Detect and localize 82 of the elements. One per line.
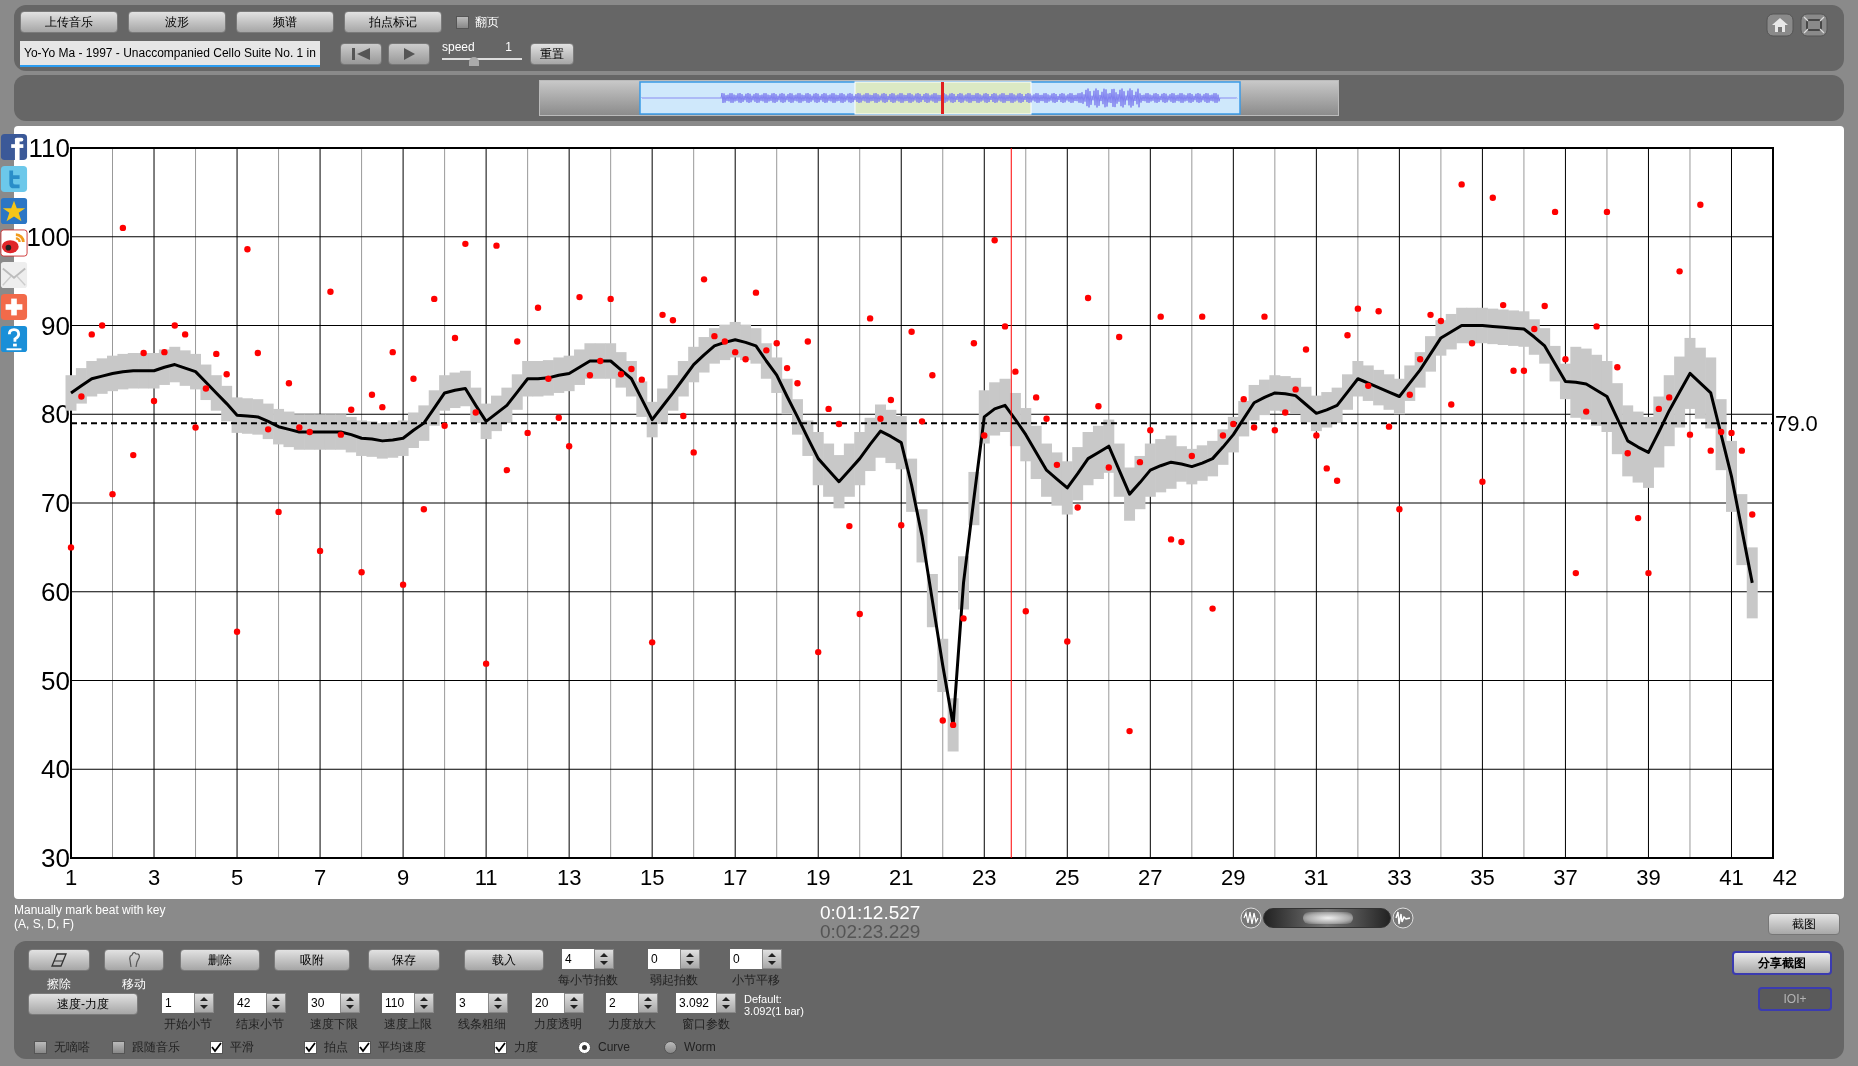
- x-tick-label: 17: [722, 865, 748, 890]
- x-tick-label: 11: [474, 865, 498, 890]
- x-tick-label: 13: [556, 865, 582, 890]
- checkbox-label: 翻页: [475, 14, 499, 31]
- tool-button[interactable]: 吸附: [274, 949, 350, 971]
- x-tick-label: 37: [1553, 865, 1578, 890]
- x-tick-label: 25: [1055, 865, 1080, 890]
- tool-label: 擦除: [47, 976, 71, 993]
- y-tick-label: 100: [26, 221, 70, 252]
- number-field[interactable]: 0: [648, 949, 680, 969]
- x-tick-label: 29: [1221, 865, 1246, 890]
- y-tick-label: 90: [41, 310, 70, 341]
- field-label: 弱起拍数: [650, 972, 698, 989]
- field-label: 力度放大: [608, 1016, 656, 1033]
- checkbox-label: 力度: [514, 1039, 538, 1056]
- toolbar-button[interactable]: 波形: [128, 11, 226, 33]
- checkbox-label: 平均速度: [378, 1039, 426, 1056]
- x-tick-label: 23: [972, 865, 997, 890]
- checkbox-label: 平滑: [230, 1039, 254, 1056]
- field-label: 线条粗细: [458, 1016, 506, 1033]
- field-label: 结束小节: [236, 1016, 284, 1033]
- number-field[interactable]: 3: [456, 993, 488, 1013]
- y-tick-label: 70: [41, 488, 70, 518]
- x-tick-label: 27: [1138, 865, 1163, 890]
- reset-button[interactable]: 重置: [530, 43, 574, 65]
- y-tick-label: 40: [41, 754, 70, 785]
- number-field[interactable]: 3.092: [676, 993, 716, 1013]
- x-tick-label: 21: [889, 865, 914, 890]
- tool-button[interactable]: 删除: [180, 949, 260, 971]
- number-field[interactable]: 2: [606, 993, 638, 1013]
- y-tick-label: 80: [41, 399, 70, 430]
- track-title-field[interactable]: Yo-Yo Ma - 1997 - Unaccompanied Cello Suite No. 1 in: [20, 41, 320, 67]
- x-tick-label: 9: [396, 865, 410, 890]
- number-field[interactable]: 4: [562, 949, 594, 969]
- radio-label: Curve: [598, 1039, 630, 1056]
- number-field[interactable]: 42: [234, 993, 266, 1013]
- hint-text: (A, S, D, F): [14, 917, 75, 931]
- x-tick-label: 42: [1772, 865, 1798, 890]
- radio-label: Worm: [684, 1039, 716, 1056]
- hint-text: Manually mark beat with key: [14, 903, 167, 917]
- toolbar-button[interactable]: 上传音乐: [20, 11, 118, 33]
- x-tick-label: 31: [1304, 865, 1329, 890]
- share-screenshot-button[interactable]: 分享截图: [1732, 951, 1832, 975]
- x-tick-label: 5: [230, 865, 244, 890]
- checkbox-label: 拍点: [324, 1039, 348, 1056]
- toolbar-button[interactable]: 频谱: [236, 11, 334, 33]
- screenshot-button[interactable]: 截图: [1768, 913, 1840, 935]
- x-tick-label: 39: [1636, 865, 1661, 890]
- field-label: 小节平移: [732, 972, 780, 989]
- field-label: 窗口参数: [682, 1016, 730, 1033]
- mode-button[interactable]: 速度-力度: [28, 993, 138, 1015]
- x-tick-label: 15: [639, 865, 665, 890]
- tool-button[interactable]: 载入: [464, 949, 544, 971]
- checkbox-label: 跟随音乐: [132, 1039, 180, 1056]
- y-tick-label: 60: [41, 576, 70, 607]
- x-tick-label: 19: [806, 865, 831, 890]
- speed-value: 1: [505, 41, 512, 54]
- field-label: 速度下限: [310, 1016, 358, 1033]
- y-tick-label: 50: [41, 665, 70, 696]
- x-tick-label: 41: [1719, 865, 1744, 890]
- toolbar-button[interactable]: 拍点标记: [344, 11, 442, 33]
- default-note: 3.092(1 bar): [744, 1005, 804, 1017]
- default-note: Default:: [744, 993, 783, 1005]
- field-label: 开始小节: [164, 1016, 212, 1033]
- number-field[interactable]: 30: [308, 993, 340, 1013]
- current-time: 0:01:12.527: [820, 903, 922, 922]
- number-field[interactable]: 0: [730, 949, 762, 969]
- tool-button[interactable]: 保存: [368, 949, 440, 971]
- x-tick-label: 35: [1470, 865, 1495, 890]
- number-field[interactable]: 20: [532, 993, 564, 1013]
- x-tick-label: 33: [1387, 865, 1412, 890]
- checkbox-label: 无嘀嗒: [54, 1039, 90, 1056]
- y-tick-label: 110: [28, 133, 70, 163]
- number-field[interactable]: 1: [162, 993, 194, 1013]
- average-label: 79.0: [1775, 411, 1818, 437]
- speed-label: speed: [442, 41, 475, 54]
- field-label: 每小节拍数: [558, 972, 618, 989]
- tool-label: 移动: [122, 976, 146, 993]
- field-label: 力度透明: [534, 1016, 582, 1033]
- number-field[interactable]: 110: [382, 993, 414, 1013]
- x-tick-label: 3: [147, 865, 161, 890]
- x-tick-label: 7: [313, 865, 327, 890]
